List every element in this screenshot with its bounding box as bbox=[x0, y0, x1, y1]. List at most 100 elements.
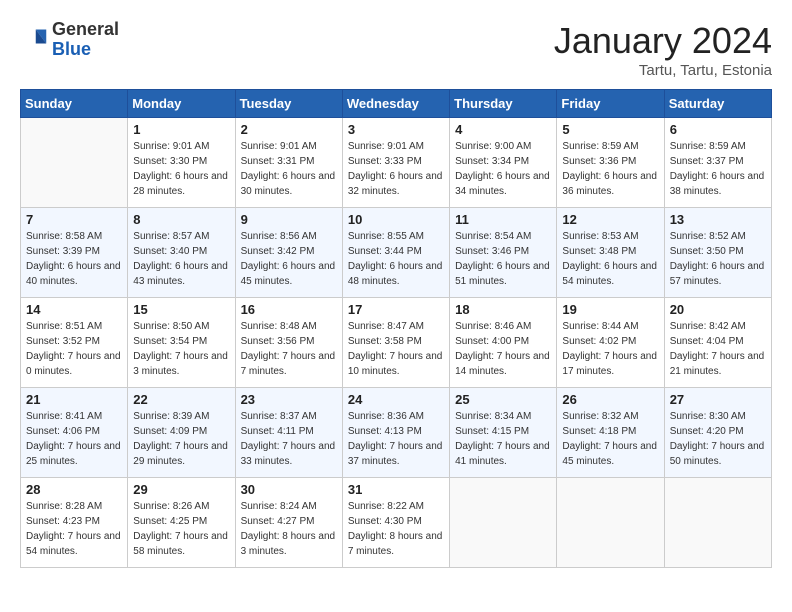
day-number: 21 bbox=[26, 392, 122, 407]
calendar-cell: 15 Sunrise: 8:50 AMSunset: 3:54 PMDayligh… bbox=[128, 298, 235, 388]
day-info: Sunrise: 8:46 AMSunset: 4:00 PMDaylight:… bbox=[455, 319, 551, 379]
logo-icon bbox=[20, 26, 48, 54]
day-info: Sunrise: 8:48 AMSunset: 3:56 PMDaylight:… bbox=[241, 319, 337, 379]
day-number: 26 bbox=[562, 392, 658, 407]
calendar-cell: 6 Sunrise: 8:59 AMSunset: 3:37 PMDaylight… bbox=[664, 118, 771, 208]
logo-text: General Blue bbox=[52, 20, 119, 60]
day-info: Sunrise: 8:58 AMSunset: 3:39 PMDaylight:… bbox=[26, 229, 122, 289]
day-info: Sunrise: 8:57 AMSunset: 3:40 PMDaylight:… bbox=[133, 229, 229, 289]
calendar-table: SundayMondayTuesdayWednesdayThursdayFrid… bbox=[20, 89, 772, 568]
day-info: Sunrise: 9:00 AMSunset: 3:34 PMDaylight:… bbox=[455, 139, 551, 199]
day-number: 31 bbox=[348, 482, 444, 497]
day-info: Sunrise: 9:01 AMSunset: 3:33 PMDaylight:… bbox=[348, 139, 444, 199]
calendar-cell: 28Sunrise: 8:28 AMSunset: 4:23 PMDayligh… bbox=[21, 478, 128, 568]
calendar-cell: 13 Sunrise: 8:52 AMSunset: 3:50 PMDayligh… bbox=[664, 208, 771, 298]
day-number: 7 bbox=[26, 212, 122, 227]
weekday-header: Tuesday bbox=[235, 90, 342, 118]
page-header: General Blue January 2024 Tartu, Tartu, … bbox=[20, 20, 772, 79]
day-number: 1 bbox=[133, 122, 229, 137]
calendar-cell: 1 Sunrise: 9:01 AMSunset: 3:30 PMDaylight… bbox=[128, 118, 235, 208]
day-info: Sunrise: 8:36 AMSunset: 4:13 PMDaylight:… bbox=[348, 409, 444, 469]
day-info: Sunrise: 8:22 AMSunset: 4:30 PMDaylight:… bbox=[348, 499, 444, 559]
day-number: 27 bbox=[670, 392, 766, 407]
calendar-cell: 3Sunrise: 9:01 AMSunset: 3:33 PMDaylight… bbox=[342, 118, 449, 208]
day-number: 25 bbox=[455, 392, 551, 407]
calendar-cell: 16 Sunrise: 8:48 AMSunset: 3:56 PMDayligh… bbox=[235, 298, 342, 388]
calendar-cell: 19 Sunrise: 8:44 AMSunset: 4:02 PMDayligh… bbox=[557, 298, 664, 388]
day-info: Sunrise: 9:01 AMSunset: 3:30 PMDaylight:… bbox=[133, 139, 229, 199]
calendar-cell: 25 Sunrise: 8:34 AMSunset: 4:15 PMDayligh… bbox=[450, 388, 557, 478]
calendar-cell: 31 Sunrise: 8:22 AMSunset: 4:30 PMDayligh… bbox=[342, 478, 449, 568]
day-number: 12 bbox=[562, 212, 658, 227]
day-info: Sunrise: 8:26 AMSunset: 4:25 PMDaylight:… bbox=[133, 499, 229, 559]
day-info: Sunrise: 8:59 AMSunset: 3:37 PMDaylight:… bbox=[670, 139, 766, 199]
calendar-cell: 20Sunrise: 8:42 AMSunset: 4:04 PMDayligh… bbox=[664, 298, 771, 388]
calendar-cell: 23Sunrise: 8:37 AMSunset: 4:11 PMDayligh… bbox=[235, 388, 342, 478]
calendar-cell: 12 Sunrise: 8:53 AMSunset: 3:48 PMDayligh… bbox=[557, 208, 664, 298]
day-info: Sunrise: 8:55 AMSunset: 3:44 PMDaylight:… bbox=[348, 229, 444, 289]
calendar-week-row: 21Sunrise: 8:41 AMSunset: 4:06 PMDayligh… bbox=[21, 388, 772, 478]
title-block: January 2024 Tartu, Tartu, Estonia bbox=[554, 20, 772, 79]
day-info: Sunrise: 8:51 AMSunset: 3:52 PMDaylight:… bbox=[26, 319, 122, 379]
day-info: Sunrise: 8:56 AMSunset: 3:42 PMDaylight:… bbox=[241, 229, 337, 289]
day-number: 4 bbox=[455, 122, 551, 137]
calendar-cell bbox=[450, 478, 557, 568]
day-info: Sunrise: 8:53 AMSunset: 3:48 PMDaylight:… bbox=[562, 229, 658, 289]
day-info: Sunrise: 8:44 AMSunset: 4:02 PMDaylight:… bbox=[562, 319, 658, 379]
day-number: 20 bbox=[670, 302, 766, 317]
day-number: 6 bbox=[670, 122, 766, 137]
calendar-week-row: 7 Sunrise: 8:58 AMSunset: 3:39 PMDaylight… bbox=[21, 208, 772, 298]
calendar-cell: 22 Sunrise: 8:39 AMSunset: 4:09 PMDayligh… bbox=[128, 388, 235, 478]
weekday-header: Monday bbox=[128, 90, 235, 118]
calendar-cell: 27Sunrise: 8:30 AMSunset: 4:20 PMDayligh… bbox=[664, 388, 771, 478]
calendar-cell bbox=[21, 118, 128, 208]
day-info: Sunrise: 8:59 AMSunset: 3:36 PMDaylight:… bbox=[562, 139, 658, 199]
day-info: Sunrise: 8:34 AMSunset: 4:15 PMDaylight:… bbox=[455, 409, 551, 469]
weekday-header: Wednesday bbox=[342, 90, 449, 118]
calendar-cell: 10 Sunrise: 8:55 AMSunset: 3:44 PMDayligh… bbox=[342, 208, 449, 298]
calendar-week-row: 28Sunrise: 8:28 AMSunset: 4:23 PMDayligh… bbox=[21, 478, 772, 568]
day-number: 15 bbox=[133, 302, 229, 317]
calendar-cell: 29 Sunrise: 8:26 AMSunset: 4:25 PMDayligh… bbox=[128, 478, 235, 568]
day-number: 19 bbox=[562, 302, 658, 317]
day-info: Sunrise: 8:54 AMSunset: 3:46 PMDaylight:… bbox=[455, 229, 551, 289]
day-number: 11 bbox=[455, 212, 551, 227]
day-number: 10 bbox=[348, 212, 444, 227]
day-info: Sunrise: 8:50 AMSunset: 3:54 PMDaylight:… bbox=[133, 319, 229, 379]
day-number: 18 bbox=[455, 302, 551, 317]
day-number: 22 bbox=[133, 392, 229, 407]
calendar-week-row: 1 Sunrise: 9:01 AMSunset: 3:30 PMDaylight… bbox=[21, 118, 772, 208]
location: Tartu, Tartu, Estonia bbox=[554, 62, 772, 79]
calendar-cell: 7 Sunrise: 8:58 AMSunset: 3:39 PMDaylight… bbox=[21, 208, 128, 298]
day-info: Sunrise: 8:28 AMSunset: 4:23 PMDaylight:… bbox=[26, 499, 122, 559]
calendar-cell: 21Sunrise: 8:41 AMSunset: 4:06 PMDayligh… bbox=[21, 388, 128, 478]
calendar-cell: 2 Sunrise: 9:01 AMSunset: 3:31 PMDaylight… bbox=[235, 118, 342, 208]
day-info: Sunrise: 8:37 AMSunset: 4:11 PMDaylight:… bbox=[241, 409, 337, 469]
day-number: 2 bbox=[241, 122, 337, 137]
weekday-header: Sunday bbox=[21, 90, 128, 118]
calendar-cell bbox=[664, 478, 771, 568]
calendar-cell: 8Sunrise: 8:57 AMSunset: 3:40 PMDaylight… bbox=[128, 208, 235, 298]
day-number: 9 bbox=[241, 212, 337, 227]
day-info: Sunrise: 8:52 AMSunset: 3:50 PMDaylight:… bbox=[670, 229, 766, 289]
calendar-cell: 5 Sunrise: 8:59 AMSunset: 3:36 PMDaylight… bbox=[557, 118, 664, 208]
day-info: Sunrise: 8:32 AMSunset: 4:18 PMDaylight:… bbox=[562, 409, 658, 469]
day-number: 29 bbox=[133, 482, 229, 497]
calendar-cell: 11 Sunrise: 8:54 AMSunset: 3:46 PMDayligh… bbox=[450, 208, 557, 298]
day-info: Sunrise: 8:24 AMSunset: 4:27 PMDaylight:… bbox=[241, 499, 337, 559]
calendar-cell: 4 Sunrise: 9:00 AMSunset: 3:34 PMDaylight… bbox=[450, 118, 557, 208]
weekday-header: Saturday bbox=[664, 90, 771, 118]
day-info: Sunrise: 9:01 AMSunset: 3:31 PMDaylight:… bbox=[241, 139, 337, 199]
weekday-header-row: SundayMondayTuesdayWednesdayThursdayFrid… bbox=[21, 90, 772, 118]
logo-blue: Blue bbox=[52, 39, 91, 59]
calendar-cell: 26 Sunrise: 8:32 AMSunset: 4:18 PMDayligh… bbox=[557, 388, 664, 478]
day-number: 17 bbox=[348, 302, 444, 317]
day-number: 5 bbox=[562, 122, 658, 137]
calendar-cell: 17 Sunrise: 8:47 AMSunset: 3:58 PMDayligh… bbox=[342, 298, 449, 388]
day-number: 30 bbox=[241, 482, 337, 497]
day-number: 13 bbox=[670, 212, 766, 227]
day-info: Sunrise: 8:39 AMSunset: 4:09 PMDaylight:… bbox=[133, 409, 229, 469]
day-info: Sunrise: 8:47 AMSunset: 3:58 PMDaylight:… bbox=[348, 319, 444, 379]
day-number: 16 bbox=[241, 302, 337, 317]
logo: General Blue bbox=[20, 20, 119, 60]
